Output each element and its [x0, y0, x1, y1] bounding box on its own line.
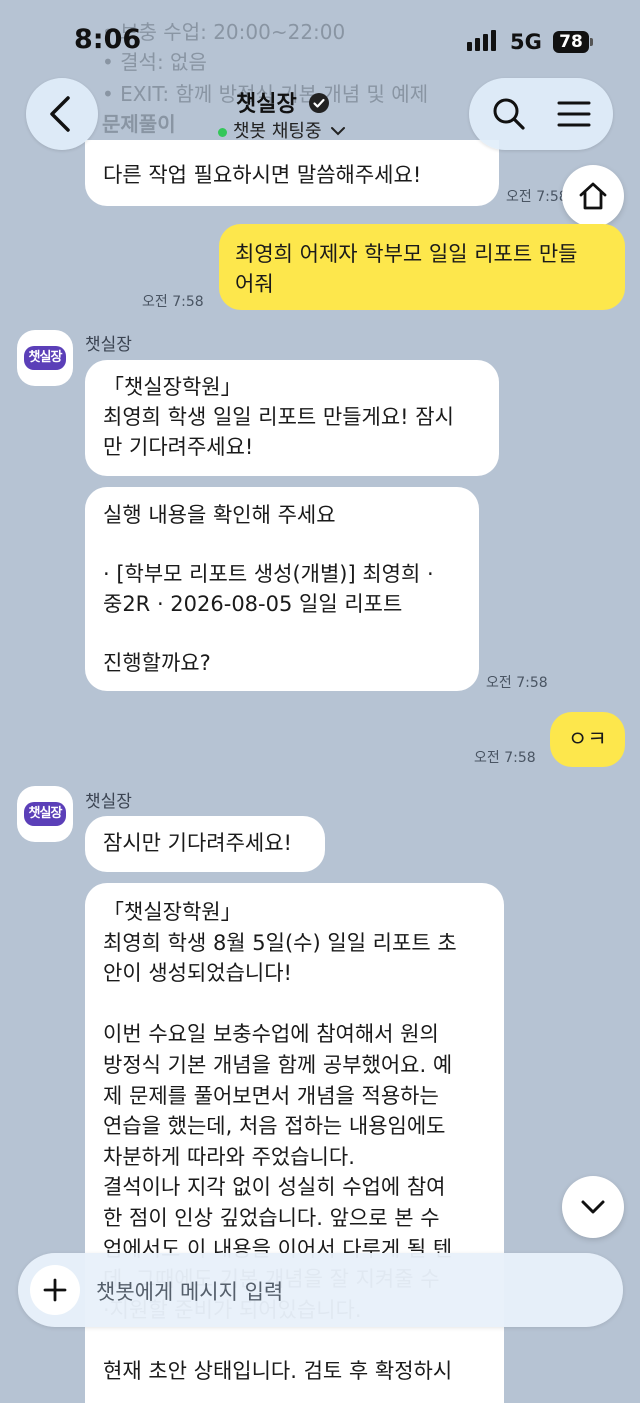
back-button[interactable]	[26, 78, 98, 150]
message-input-bar: 챗봇에게 메시지 입력	[18, 1253, 623, 1327]
header-actions	[469, 78, 613, 150]
home-button[interactable]	[562, 165, 624, 227]
chevron-down-icon	[331, 127, 346, 136]
status-bar: 8:06 5G 78	[0, 0, 640, 70]
message-time: 오전 7:58	[506, 189, 568, 205]
confirm-message-bubble: 실행 내용을 확인해 주세요 · [학부모 리포트 생성(개별)] 최영희 · …	[85, 487, 479, 691]
bot-avatar[interactable]: 챗실장	[17, 786, 73, 842]
attach-button[interactable]	[30, 1265, 80, 1315]
sender-name: 챗실장	[85, 792, 132, 812]
background-text-4: 문제풀이	[102, 112, 176, 136]
message-bubble: 다른 작업 필요하시면 말씀해주세요!	[85, 140, 499, 206]
chat-title: 챗실장	[236, 86, 330, 118]
back-arrow-icon	[50, 96, 70, 132]
chat-status-text: 챗봇 채팅중	[233, 121, 322, 142]
sender-name: 챗실장	[85, 335, 132, 355]
plus-icon	[43, 1278, 67, 1302]
search-icon[interactable]	[489, 94, 529, 134]
avatar-logo: 챗실장	[23, 346, 67, 370]
message-input[interactable]: 챗봇에게 메시지 입력	[96, 1276, 283, 1306]
clock: 8:06	[74, 24, 142, 55]
home-icon	[579, 182, 607, 210]
message-bubble: 잠시만 기다려주세요!	[85, 816, 325, 872]
scroll-down-button[interactable]	[562, 1176, 624, 1238]
chat-title-text: 챗실장	[236, 92, 297, 117]
battery-icon: 78	[553, 31, 593, 53]
network-label: 5G	[510, 30, 542, 54]
verified-badge-icon	[309, 93, 330, 113]
my-message-bubble: 최영희 어제자 학부모 일일 리포트 만들 어줘	[219, 224, 625, 310]
message-time: 오전 7:58	[486, 675, 548, 691]
avatar-logo: 챗실장	[23, 802, 67, 826]
scroll-down-icon	[581, 1200, 605, 1214]
my-message-bubble: ㅇㅋ	[550, 712, 625, 767]
chat-status[interactable]: 챗봇 채팅중	[218, 117, 346, 143]
online-dot	[218, 127, 227, 137]
message-bubble: 「챗실장학원」 최영희 학생 일일 리포트 만들게요! 잠시 만 기다려주세요!	[85, 360, 499, 476]
bot-avatar[interactable]: 챗실장	[17, 330, 73, 386]
message-time: 오전 7:58	[142, 294, 204, 310]
signal-icon	[467, 30, 499, 51]
message-time: 오전 7:58	[474, 750, 536, 766]
menu-icon[interactable]	[554, 94, 594, 134]
